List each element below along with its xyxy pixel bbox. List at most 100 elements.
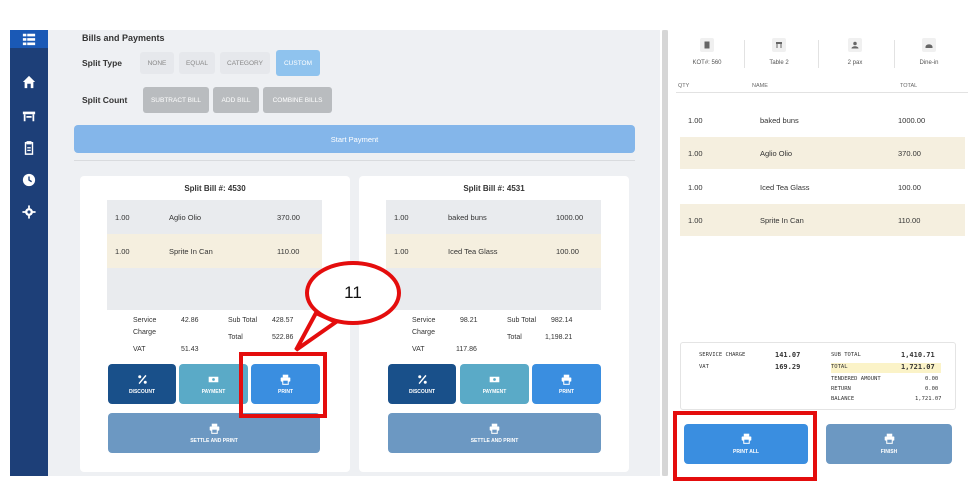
page-title: Bills and Payments — [82, 33, 165, 43]
service-charge-label: Service — [412, 317, 436, 324]
print-all-highlight-box — [673, 411, 817, 481]
service-charge-label-2: Charge — [412, 329, 435, 336]
item-name: Sprite In Can — [169, 247, 213, 256]
person-icon — [848, 38, 862, 52]
total-value: 1,198.21 — [545, 334, 573, 341]
subtotal-value: 428.57 — [272, 317, 294, 324]
discount-button[interactable]: DISCOUNT — [388, 364, 456, 404]
kot-info: KOT#: 560 — [672, 38, 742, 66]
list-item[interactable]: 1.00 baked buns 1000.00 — [386, 200, 601, 234]
column-header-total: TOTAL — [900, 83, 918, 89]
split-type-category[interactable]: CATEGORY — [220, 52, 270, 74]
table-icon — [772, 38, 786, 52]
discount-button[interactable]: DISCOUNT — [108, 364, 176, 404]
percent-icon — [417, 374, 427, 384]
settle-and-print-button[interactable]: SETTLE AND PRINT — [388, 413, 601, 453]
divider — [676, 92, 968, 93]
scrollbar-thumb[interactable] — [662, 30, 668, 476]
table-info: Table 2 — [744, 38, 814, 66]
gear-icon[interactable] — [10, 200, 48, 224]
split-count-label: Split Count — [82, 95, 128, 105]
balance-value: 1,721.07 — [915, 396, 942, 402]
item-qty: 1.00 — [688, 116, 703, 125]
split-type-none[interactable]: NONE — [140, 52, 174, 74]
grid-menu-icon[interactable] — [10, 30, 48, 48]
table-row[interactable]: 1.00 baked buns 1000.00 — [680, 104, 965, 136]
order-summary-panel: KOT#: 560 Table 2 2 pax Dine-in QTY NAME… — [672, 30, 972, 476]
printer-icon — [884, 433, 894, 444]
balance-label: BALANCE — [831, 396, 855, 402]
table-row[interactable]: 1.00 Aglio Olio 370.00 — [680, 137, 965, 169]
item-name: baked buns — [760, 116, 799, 125]
printer-icon — [209, 423, 219, 434]
finish-label: FINISH — [880, 449, 898, 455]
service-charge-label: Service — [133, 317, 157, 324]
item-total: 1000.00 — [898, 116, 926, 125]
total-label: Total — [228, 334, 243, 341]
finish-button[interactable]: FINISH — [826, 424, 952, 464]
vat-label: VAT — [412, 346, 425, 353]
settle-and-print-label: SETTLE AND PRINT — [470, 437, 519, 444]
item-total: 370.00 — [898, 149, 921, 158]
print-button[interactable]: PRINT — [532, 364, 601, 404]
subtotal-label: SUB TOTAL — [831, 352, 861, 358]
return-label: RETURN — [831, 386, 851, 392]
home-icon[interactable] — [10, 70, 48, 94]
subtract-bill-button[interactable]: SUBTRACT BILL — [143, 87, 209, 113]
item-name: Aglio Olio — [169, 213, 202, 222]
subtotal-value: 1,410.71 — [901, 351, 935, 359]
table-row[interactable]: 1.00 Sprite In Can 110.00 — [680, 204, 965, 236]
list-item[interactable]: 1.00 Sprite In Can 110.00 — [107, 234, 322, 268]
list-item[interactable]: 1.00 Iced Tea Glass 100.00 — [386, 234, 601, 268]
pax-info: 2 pax — [820, 38, 890, 66]
settle-and-print-label: SETTLE AND PRINT — [190, 437, 238, 444]
discount-label: DISCOUNT — [408, 388, 436, 395]
clock-icon[interactable] — [10, 168, 48, 192]
service-charge-label: SERVICE CHARGE — [699, 352, 746, 358]
service-charge-value: 42.86 — [181, 317, 199, 324]
start-payment-button[interactable]: Start Payment — [74, 125, 635, 153]
item-total: 110.00 — [898, 216, 921, 225]
item-name: Iced Tea Glass — [760, 183, 810, 192]
cash-icon — [489, 376, 500, 382]
split-type-custom[interactable]: CUSTOM — [276, 50, 320, 76]
sidebar — [10, 30, 48, 476]
split-bill-title: Split Bill #: 4531 — [463, 184, 525, 193]
item-qty: 1.00 — [688, 149, 703, 158]
item-total: 110.00 — [277, 247, 300, 256]
total-label: Total — [507, 334, 522, 341]
column-header-name: NAME — [752, 83, 768, 89]
service-charge-value: 98.21 — [460, 317, 478, 324]
item-qty: 1.00 — [115, 213, 130, 222]
item-total: 100.00 — [556, 247, 579, 256]
subtotal-label: Sub Total — [228, 317, 258, 324]
table-icon[interactable] — [10, 104, 48, 128]
payment-button[interactable]: PAYMENT — [460, 364, 529, 404]
discount-label: DISCOUNT — [128, 388, 156, 395]
item-name: Aglio Olio — [760, 149, 793, 158]
item-name: Sprite In Can — [760, 216, 804, 225]
clipboard-icon[interactable] — [10, 136, 48, 160]
item-qty: 1.00 — [688, 216, 703, 225]
settle-and-print-button[interactable]: SETTLE AND PRINT — [108, 413, 320, 453]
divider — [74, 160, 635, 161]
vat-value: 51.43 — [181, 346, 199, 353]
combine-bills-button[interactable]: COMBINE BILLS — [263, 87, 332, 113]
scrollbar[interactable] — [662, 30, 668, 476]
list-item[interactable]: 1.00 Aglio Olio 370.00 — [107, 200, 322, 234]
subtotal-value: 982.14 — [551, 317, 573, 324]
item-total: 370.00 — [277, 213, 300, 222]
total-value: 522.86 — [272, 334, 294, 341]
split-type-equal[interactable]: EQUAL — [179, 52, 215, 74]
subtotal-label: Sub Total — [507, 317, 537, 324]
dining-bell-icon — [922, 38, 936, 52]
printer-icon — [489, 423, 500, 434]
add-bill-button[interactable]: ADD BILL — [213, 87, 259, 113]
percent-icon — [137, 374, 147, 384]
payment-button[interactable]: PAYMENT — [179, 364, 248, 404]
service-charge-value: 141.07 — [775, 351, 801, 359]
dine-mode: Dine-in — [919, 60, 939, 66]
item-name: baked buns — [448, 213, 487, 222]
printer-icon — [561, 374, 572, 385]
table-row[interactable]: 1.00 Iced Tea Glass 100.00 — [680, 171, 965, 203]
